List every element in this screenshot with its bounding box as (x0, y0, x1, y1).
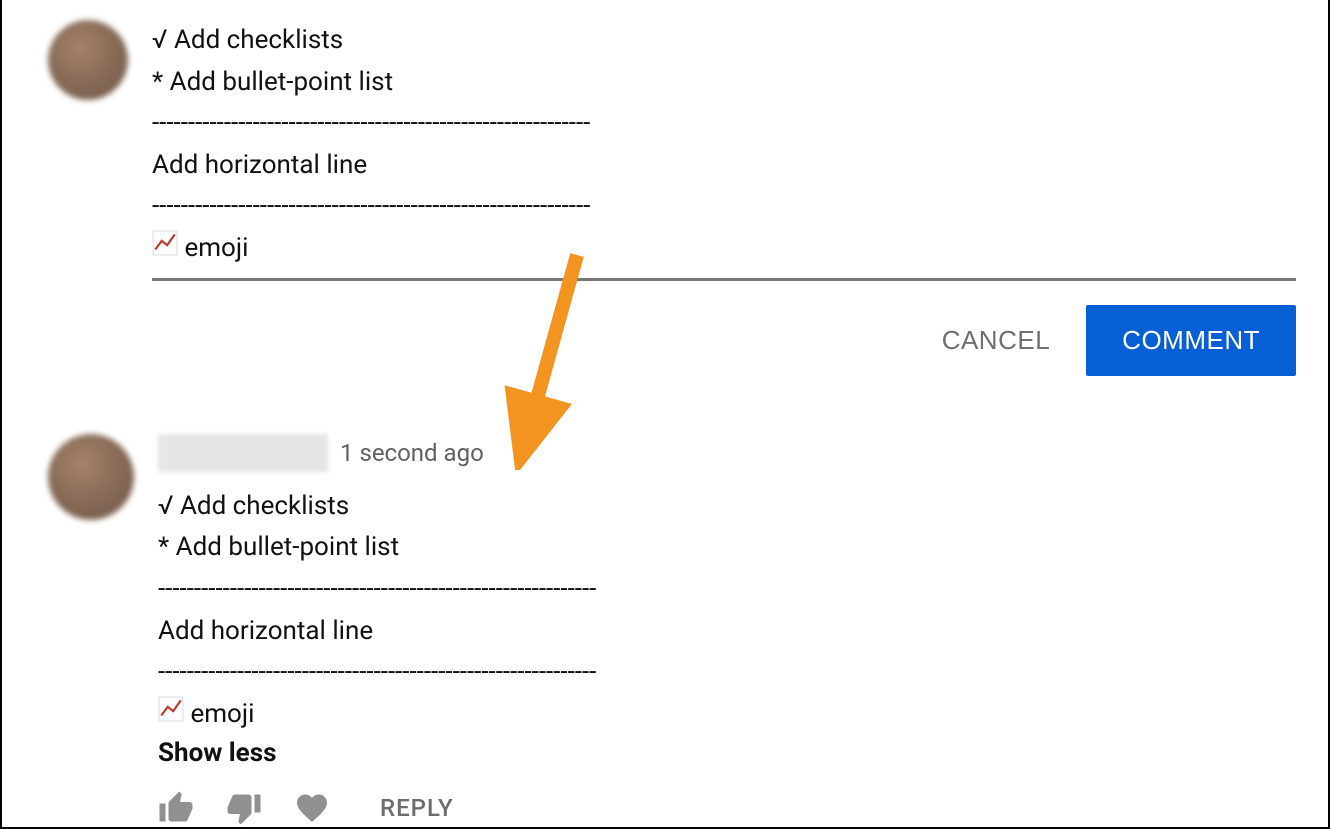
reaction-row: REPLY (158, 790, 1312, 826)
thumbs-down-icon[interactable] (226, 790, 262, 826)
input-line: * Add bullet-point list (152, 62, 1296, 104)
cancel-button[interactable]: CANCEL (942, 325, 1050, 356)
comment-button[interactable]: COMMENT (1086, 305, 1296, 376)
input-line: ----------------------------------------… (152, 186, 1296, 228)
input-emoji-text: emoji (184, 233, 248, 263)
comment-timestamp[interactable]: 1 second ago (340, 439, 484, 467)
posted-comment: 1 second ago √ Add checklists * Add bull… (18, 400, 1312, 826)
comment-actions: CANCEL COMMENT (152, 297, 1296, 400)
comment-line: Add horizontal line (158, 611, 1312, 653)
comment-input-section: √ Add checklists * Add bullet-point list… (18, 0, 1312, 400)
input-underline (152, 278, 1296, 281)
input-line: Add horizontal line (152, 145, 1296, 187)
input-line: √ Add checklists (152, 20, 1296, 62)
show-less-button[interactable]: Show less (158, 738, 276, 768)
comment-emoji-text: emoji (190, 699, 254, 729)
reply-button[interactable]: REPLY (380, 794, 454, 822)
comment-line: emoji (158, 694, 1312, 736)
comment-header: 1 second ago (158, 434, 1312, 472)
chart-emoji-icon (158, 694, 184, 736)
chart-emoji-icon (152, 228, 178, 270)
input-line: emoji (152, 228, 1296, 270)
user-avatar (48, 20, 128, 100)
comment-input-area[interactable]: √ Add checklists * Add bullet-point list… (152, 20, 1312, 400)
heart-icon[interactable] (294, 790, 330, 826)
input-line: ----------------------------------------… (152, 103, 1296, 145)
comment-line: ----------------------------------------… (158, 652, 1312, 694)
commenter-avatar[interactable] (48, 434, 134, 520)
author-name[interactable] (158, 434, 328, 472)
comment-line: ----------------------------------------… (158, 569, 1312, 611)
comment-line: * Add bullet-point list (158, 527, 1312, 569)
comment-line: √ Add checklists (158, 486, 1312, 528)
thumbs-up-icon[interactable] (158, 790, 194, 826)
